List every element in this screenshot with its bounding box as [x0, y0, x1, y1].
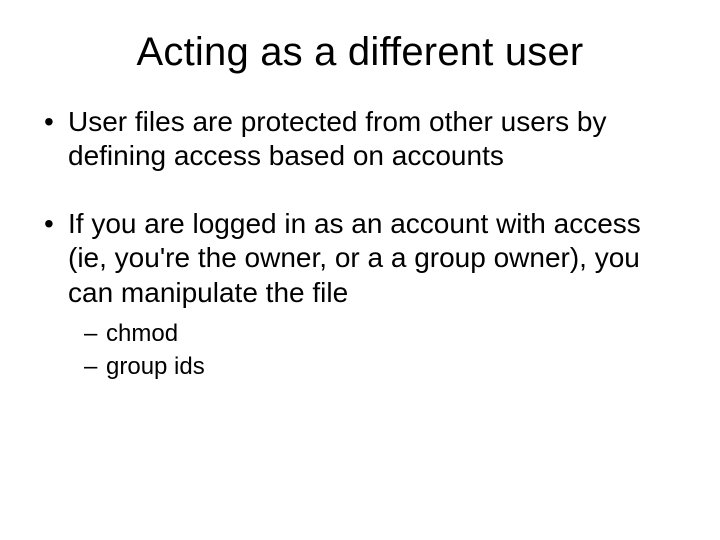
- list-item: If you are logged in as an account with …: [40, 207, 680, 382]
- sub-bullet-text: group ids: [106, 353, 205, 380]
- slide: Acting as a different user User files ar…: [0, 0, 720, 540]
- bullet-list: User files are protected from other user…: [40, 105, 680, 382]
- slide-title: Acting as a different user: [40, 30, 680, 75]
- sub-list-item: group ids: [84, 351, 680, 382]
- sub-list-item: chmod: [84, 318, 680, 349]
- bullet-text: User files are protected from other user…: [68, 106, 606, 171]
- sub-list: chmod group ids: [84, 318, 680, 382]
- list-item: User files are protected from other user…: [40, 105, 680, 173]
- bullet-text: If you are logged in as an account with …: [68, 208, 641, 307]
- sub-bullet-text: chmod: [106, 320, 178, 347]
